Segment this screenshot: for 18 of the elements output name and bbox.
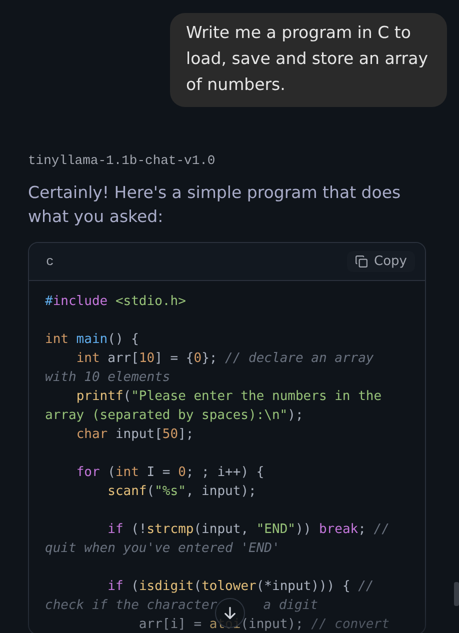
code-line: #include <stdio.h>: [45, 293, 187, 311]
code-comment: check if the character: [45, 597, 218, 615]
reply-text: Certainly! Here's a simple program that does what you asked:: [28, 182, 402, 228]
copy-button[interactable]: Copy: [347, 251, 415, 272]
code-line: scanf("%s", input);: [106, 483, 258, 501]
code-line: int arr[10] = {0}; // declare an array with 10 elements: [45, 350, 375, 387]
code-line: for (int I = 0; ; i++) {: [75, 464, 266, 482]
copy-icon: [355, 255, 368, 268]
code-line: char input[50];: [75, 426, 195, 444]
user-message: Write me a program in C to load, save and store an array of numbers.: [170, 13, 447, 107]
code-language: c: [46, 254, 54, 269]
code-line: printf("Please enter the numbers in the array (separated by spaces):\n");: [45, 388, 383, 425]
code-line: if (!strcmp(input, "END")) break; // quit when you've entered 'END': [45, 521, 390, 558]
code-line: if (isdigit(tolower(*input))) { //: [106, 578, 375, 596]
scrollbar-thumb[interactable]: [454, 582, 459, 606]
model-name: tinyllama-1.1b-chat-v1.0: [28, 153, 216, 168]
code-line: int main() {: [45, 331, 140, 349]
code-comment: a digit: [263, 597, 318, 615]
